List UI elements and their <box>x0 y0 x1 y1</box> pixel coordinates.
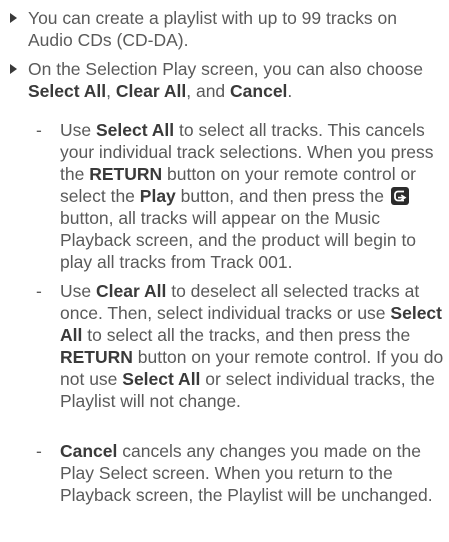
separator-text: , and <box>186 81 231 101</box>
sub-item-cancel: - Cancel cancels any changes you made on… <box>34 440 446 506</box>
sub-item-select-all: - Use Select All to select all tracks. T… <box>34 119 446 273</box>
bullet-text: On the Selection Play screen, you can al… <box>28 59 423 79</box>
dash-marker: - <box>36 441 42 461</box>
sub-text: Use <box>60 120 96 140</box>
dash-marker: - <box>36 120 42 140</box>
bullet-playlist-limit: You can create a playlist with up to 99 … <box>10 7 435 51</box>
triangle-bullet-icon <box>10 64 17 74</box>
sub-text: button, and then press the <box>175 186 389 206</box>
sub-text: button, all tracks will appear on the Mu… <box>60 208 417 272</box>
select-all-term: Select All <box>122 369 201 389</box>
manual-page: You can create a playlist with up to 99 … <box>0 0 449 542</box>
separator-text: , <box>106 81 116 101</box>
cancel-term: Cancel <box>230 81 288 101</box>
clear-all-term: Clear All <box>115 81 187 101</box>
clear-all-term: Clear All <box>95 281 167 301</box>
sub-text: Use <box>60 281 96 301</box>
triangle-bullet-icon <box>10 13 17 23</box>
return-term: RETURN <box>60 347 133 367</box>
return-term: RETURN <box>89 164 163 184</box>
bullet-text: You can create a playlist with up to 99 … <box>28 8 398 50</box>
return-icon <box>390 187 409 205</box>
sub-text: to select all the tracks, and then press… <box>82 325 411 345</box>
sub-item-clear-all: - Use Clear All to deselect all selected… <box>34 280 446 412</box>
bullet-selection-play: On the Selection Play screen, you can al… <box>10 58 435 102</box>
dash-marker: - <box>36 281 42 301</box>
cancel-term: Cancel <box>60 441 118 461</box>
select-all-term: Select All <box>28 81 107 101</box>
play-term: Play <box>139 186 176 206</box>
end-punctuation: . <box>287 81 293 101</box>
select-all-term: Select All <box>95 120 175 140</box>
